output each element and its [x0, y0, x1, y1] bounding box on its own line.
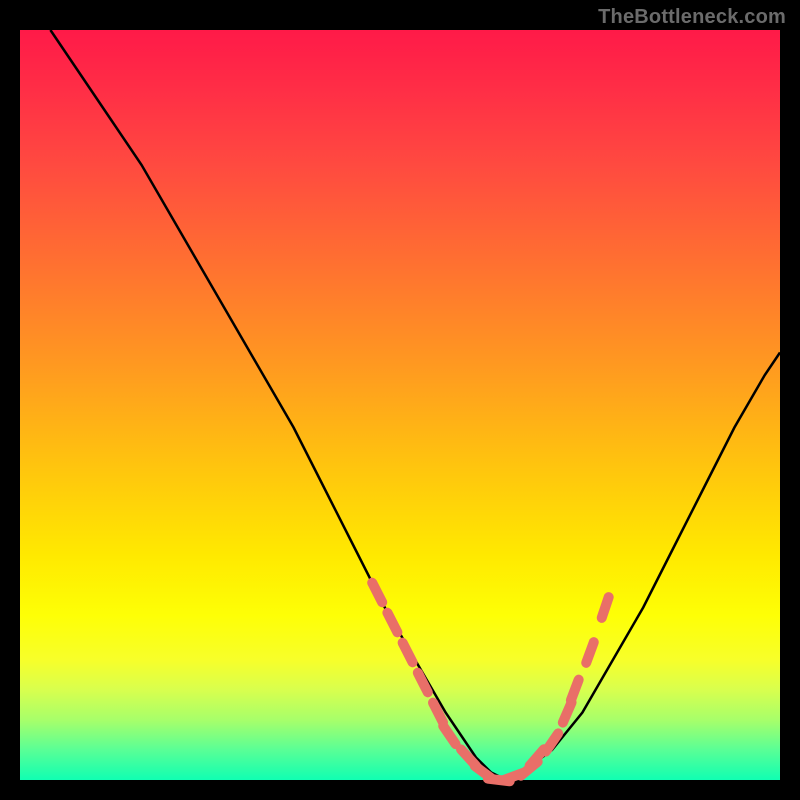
chart-frame: TheBottleneck.com: [0, 0, 800, 800]
chart-svg: [20, 30, 780, 780]
chart-marker: [387, 613, 397, 633]
watermark-text: TheBottleneck.com: [598, 6, 786, 29]
chart-marker: [403, 643, 413, 663]
chart-marker: [602, 597, 609, 618]
chart-marker: [563, 702, 572, 722]
chart-marker: [418, 673, 428, 693]
chart-marker: [443, 726, 455, 744]
chart-marker-group: [372, 583, 609, 782]
chart-marker: [372, 583, 382, 603]
chart-marker: [571, 680, 579, 701]
chart-marker: [546, 733, 558, 751]
chart-marker: [586, 642, 594, 663]
chart-line-curve: [50, 30, 780, 780]
